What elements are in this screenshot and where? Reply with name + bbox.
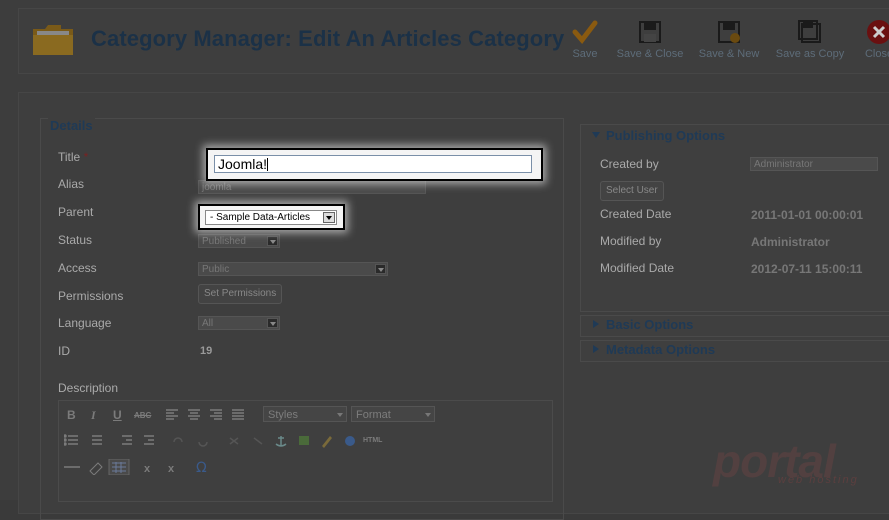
modified-by-value: Administrator	[751, 235, 830, 249]
close-label: Close	[864, 48, 889, 60]
folder-icon	[33, 25, 73, 55]
title-label-text: Title	[58, 150, 81, 164]
strikethrough-icon[interactable]: ABC	[134, 411, 151, 420]
check-icon	[572, 20, 598, 44]
svg-text:x: x	[144, 463, 151, 475]
chevron-down-icon	[267, 236, 278, 246]
basic-options-title[interactable]: Basic Options	[606, 317, 693, 332]
permissions-label: Permissions	[58, 289, 124, 303]
expand-triangle-icon	[593, 320, 599, 328]
parent-field-highlight: - Sample Data-Articles	[198, 204, 345, 230]
svg-text:x: x	[168, 463, 175, 475]
language-select[interactable]: All	[198, 316, 280, 330]
alias-input[interactable]: joomla	[198, 180, 426, 194]
format-select[interactable]: Format	[351, 406, 435, 422]
title-input[interactable]: Joomla!	[214, 155, 532, 173]
alias-label: Alias	[58, 177, 85, 191]
save-copy-button[interactable]: Save as Copy	[775, 19, 845, 60]
close-icon	[867, 20, 889, 44]
modified-date-label: Modified Date	[600, 261, 675, 275]
parent-select[interactable]: - Sample Data-Articles	[205, 210, 337, 225]
svg-text:Ω: Ω	[196, 460, 207, 475]
modified-by-label: Modified by	[600, 234, 662, 248]
collapse-triangle-icon	[592, 132, 600, 138]
save-label: Save	[572, 48, 598, 60]
save-new-button[interactable]: Save & New	[696, 19, 762, 60]
id-label: ID	[58, 344, 70, 358]
save-copy-label: Save as Copy	[775, 48, 845, 60]
chevron-down-icon	[267, 318, 278, 328]
chevron-down-icon	[323, 212, 335, 223]
page-title: Category Manager: Edit An Articles Categ…	[91, 26, 565, 51]
description-label: Description	[58, 381, 119, 395]
language-label: Language	[58, 316, 112, 330]
details-legend: Details	[48, 118, 95, 133]
chevron-down-icon	[375, 264, 386, 274]
header-toolbar: Category Manager: Edit An Articles Categ…	[18, 8, 889, 74]
access-label: Access	[58, 261, 97, 275]
underline-icon[interactable]: U	[113, 408, 122, 422]
floppy-new-icon	[718, 21, 740, 43]
access-value: Public	[202, 264, 230, 275]
save-new-label: Save & New	[698, 48, 760, 60]
save-button[interactable]: Save	[567, 19, 603, 60]
title-field-highlight: Joomla!	[206, 148, 543, 181]
floppy-copy-icon	[798, 20, 821, 43]
expand-triangle-icon	[593, 345, 599, 353]
html-button[interactable]: HTML	[363, 437, 382, 444]
title-label: Title *	[58, 150, 88, 164]
text-caret	[267, 158, 269, 171]
created-by-input[interactable]: Administrator	[750, 157, 878, 171]
title-input-value: Joomla!	[218, 156, 268, 172]
set-permissions-button[interactable]: Set Permissions	[198, 284, 283, 304]
close-button[interactable]: Close	[859, 19, 889, 60]
save-close-label: Save & Close	[616, 48, 684, 60]
editor-row2-icons	[64, 434, 355, 448]
bold-icon[interactable]: B	[67, 408, 76, 422]
metadata-options-title[interactable]: Metadata Options	[606, 342, 715, 357]
parent-label: Parent	[58, 205, 94, 219]
status-select[interactable]: Published	[198, 234, 280, 248]
watermark-tagline: web hosting	[778, 474, 859, 486]
language-value: All	[202, 318, 214, 329]
modified-date-value: 2012-07-11 15:00:11	[751, 262, 863, 276]
created-date-value: 2011-01-01 00:00:01	[751, 208, 864, 222]
styles-select[interactable]: Styles	[263, 406, 347, 422]
select-user-button[interactable]: Select User	[600, 181, 664, 201]
id-value: 19	[200, 345, 213, 357]
status-label: Status	[58, 233, 93, 247]
editor-row3-icons: x x Ω	[64, 459, 207, 475]
save-close-button[interactable]: Save & Close	[615, 19, 685, 60]
created-date-label: Created Date	[600, 207, 672, 221]
required-mark: *	[83, 150, 89, 164]
italic-icon[interactable]: I	[91, 408, 96, 423]
access-select[interactable]: Public	[198, 262, 388, 276]
floppy-icon	[639, 21, 661, 43]
parent-value: - Sample Data-Articles	[210, 212, 311, 223]
created-by-label: Created by	[600, 157, 659, 171]
align-icons	[166, 409, 244, 420]
publishing-options-title[interactable]: Publishing Options	[606, 128, 725, 143]
status-value: Published	[202, 236, 246, 247]
